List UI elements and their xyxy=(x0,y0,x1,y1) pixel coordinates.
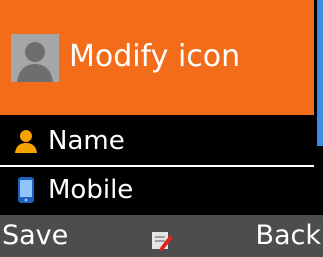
softkey-bar: Save Back xyxy=(0,215,323,257)
page-title: Modify icon xyxy=(69,39,241,74)
list-item-name[interactable]: Name xyxy=(0,118,314,165)
list-item-mobile[interactable]: Mobile xyxy=(0,167,314,214)
avatar-placeholder-icon xyxy=(11,34,59,82)
edit-icon[interactable] xyxy=(150,229,174,251)
mobile-phone-icon xyxy=(18,177,34,203)
scrollbar-thumb[interactable] xyxy=(317,0,323,146)
save-button[interactable]: Save xyxy=(2,217,68,255)
back-button[interactable]: Back xyxy=(255,217,321,255)
list-item-label: Mobile xyxy=(48,175,134,205)
person-icon xyxy=(15,130,37,153)
header: Modify icon xyxy=(0,0,314,115)
list-item-label: Name xyxy=(48,126,125,156)
